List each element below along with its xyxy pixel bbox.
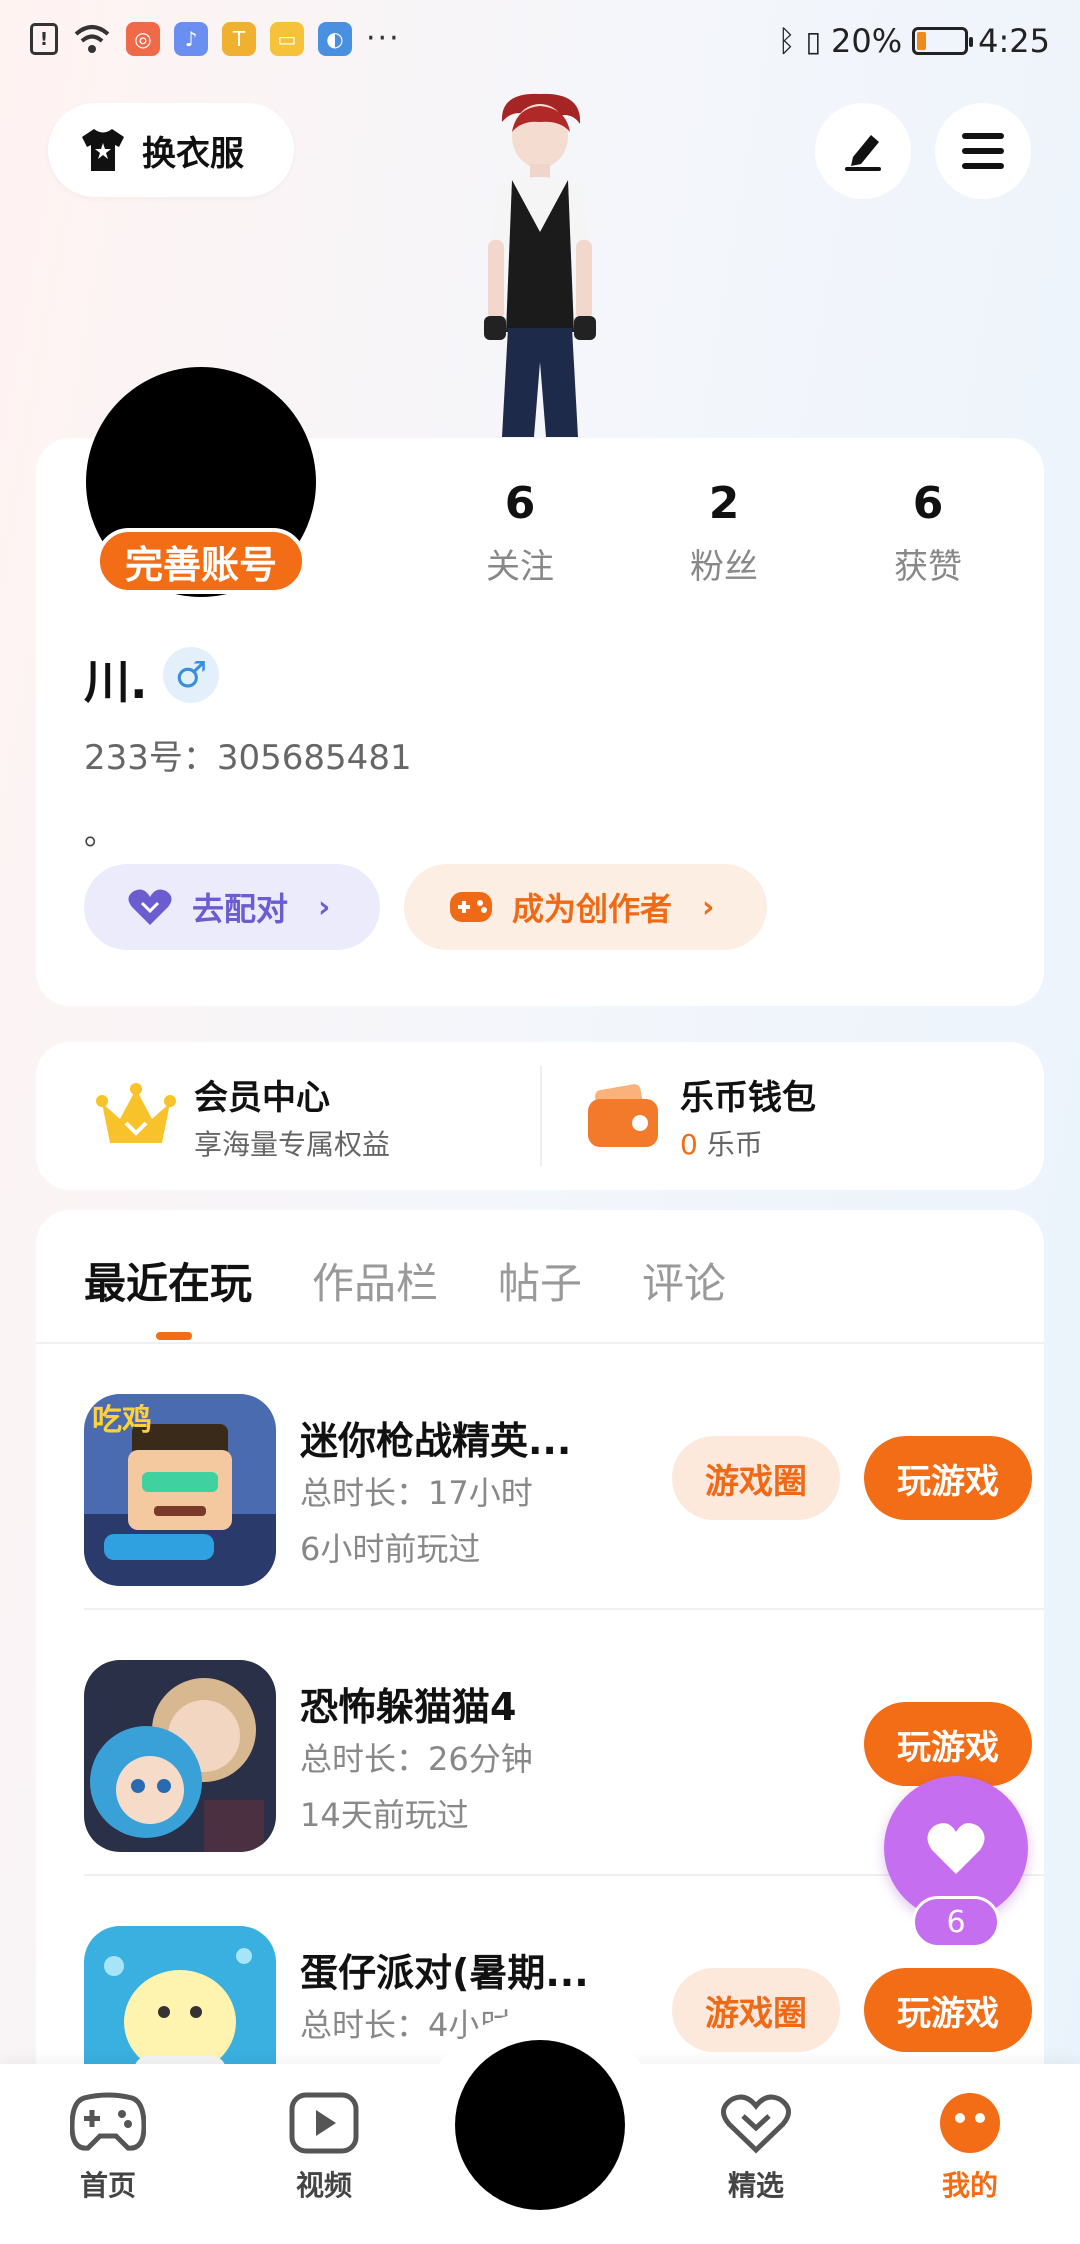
game-name: 迷你枪战精英...: [300, 1419, 572, 1463]
become-creator-button[interactable]: 成为创作者 ›: [404, 864, 767, 950]
likes-label: 获赞: [894, 547, 962, 587]
following-count: 6: [504, 478, 536, 529]
app-icon-1: ◎: [126, 22, 160, 56]
status-bar: ! ◎ ♪ T ▭ ◐ ··· ᛒ ▯ 20% 4:25: [0, 0, 1080, 90]
member-subtitle: 享海量专属权益: [194, 1128, 391, 1161]
play-game-button[interactable]: 玩游戏: [864, 1968, 1032, 2052]
video-play-icon: [289, 2092, 359, 2154]
gamepad-icon: [450, 892, 492, 922]
wifi-icon: [74, 25, 110, 53]
nav-center-button[interactable]: [455, 2040, 625, 2210]
male-gender-icon: ♂: [163, 647, 219, 703]
edit-icon: [845, 135, 881, 171]
wallet-text: 乐币钱包 0 乐币: [680, 1070, 816, 1163]
pair-button[interactable]: 去配对 ›: [84, 864, 380, 950]
tab-indicator: [156, 1332, 192, 1340]
stat-followers[interactable]: 2 粉丝: [654, 478, 794, 588]
battery-fill: [917, 32, 927, 50]
play-game-button[interactable]: 玩游戏: [864, 1436, 1032, 1520]
gamepad-nav-icon: [69, 2092, 147, 2151]
stat-likes[interactable]: 6 获赞: [858, 478, 998, 588]
game-name: 恐怖躲猫猫4: [300, 1685, 517, 1729]
nav-mine-label: 我的: [941, 2169, 998, 2202]
app-icon-2: ♪: [174, 22, 208, 56]
sim-alert-icon: !: [30, 23, 58, 55]
chevron-right-icon: ›: [702, 889, 715, 925]
like-count-badge: 6: [912, 1896, 1000, 1948]
wallet-unit: 乐币: [706, 1128, 763, 1161]
nav-video-label: 视频: [295, 2169, 352, 2202]
member-center[interactable]: 会员中心 享海量专属权益: [96, 1070, 390, 1163]
edit-profile-button[interactable]: [815, 103, 911, 199]
followers-count: 2: [708, 478, 740, 529]
followers-label: 粉丝: [690, 547, 758, 587]
battery-icon: [912, 27, 974, 55]
tab-works[interactable]: 作品栏: [312, 1250, 438, 1311]
tab-recent[interactable]: 最近在玩: [84, 1250, 252, 1311]
clock: 4:25: [978, 22, 1050, 60]
game-last-played: 14天前玩过: [300, 1796, 469, 1834]
wallet-amount: 0: [680, 1128, 698, 1161]
profile-face-icon: [940, 2093, 1000, 2153]
divider: [540, 1066, 542, 1166]
following-label: 关注: [486, 547, 554, 587]
crown-icon: [96, 1082, 176, 1143]
member-wallet-card: 会员中心 享海量专属权益 乐币钱包 0 乐币: [36, 1042, 1044, 1190]
battery-percent: 20%: [831, 22, 903, 60]
member-title: 会员中心: [194, 1078, 330, 1118]
bluetooth-icon: ᛒ: [777, 23, 796, 59]
username: 川.: [84, 655, 148, 709]
game-circle-button[interactable]: 游戏圈: [672, 1436, 840, 1520]
svg-text:吃鸡: 吃鸡: [92, 1403, 152, 1438]
tab-comments[interactable]: 评论: [642, 1250, 726, 1311]
nav-video[interactable]: 视频: [254, 2092, 394, 2204]
pair-label: 去配对: [192, 890, 289, 928]
status-left: ! ◎ ♪ T ▭ ◐ ···: [30, 22, 401, 56]
game-name: 蛋仔派对(暑期...: [300, 1951, 589, 1995]
become-creator-label: 成为创作者: [512, 890, 673, 928]
nav-featured[interactable]: 精选: [686, 2092, 826, 2204]
tshirt-icon: [82, 129, 124, 171]
complete-account-badge[interactable]: 完善账号: [96, 528, 306, 594]
nav-featured-label: 精选: [727, 2169, 784, 2202]
likes-count: 6: [912, 478, 944, 529]
wallet-balance: 0 乐币: [680, 1123, 816, 1163]
game-icon-mini-gunfight[interactable]: 吃鸡: [84, 1394, 276, 1586]
more-notifications-icon: ···: [366, 21, 401, 56]
wallet[interactable]: 乐币钱包 0 乐币: [586, 1070, 816, 1163]
wallet-icon: [588, 1083, 658, 1147]
change-outfit-button[interactable]: 换衣服: [48, 103, 294, 197]
menu-icon: [962, 133, 1004, 169]
nav-home-label: 首页: [79, 2169, 136, 2202]
game-duration: 总时长：26分钟: [300, 1740, 533, 1778]
game-duration: 总时长：17小时: [300, 1474, 533, 1512]
user-bio: 。: [84, 814, 117, 852]
heart-icon: [927, 1823, 985, 1874]
nav-mine[interactable]: 我的: [900, 2092, 1040, 2204]
app-icon-3: T: [222, 22, 256, 56]
heart-pair-icon: [128, 889, 172, 925]
chevron-right-icon: ›: [318, 889, 331, 925]
featured-heart-icon: [721, 2094, 791, 2154]
profile-tabs: 最近在玩 作品栏 帖子 评论: [84, 1250, 726, 1311]
avatar-character[interactable]: [440, 92, 640, 437]
nav-home[interactable]: 首页: [38, 2092, 178, 2204]
game-row[interactable]: 吃鸡 迷你枪战精英... 总时长：17小时 6小时前玩过 游戏圈 玩游戏: [84, 1344, 1044, 1610]
wallet-title: 乐币钱包: [680, 1078, 816, 1118]
game-last-played: 6小时前玩过: [300, 1530, 481, 1568]
user-id: 233号：305685481: [84, 738, 412, 778]
member-text: 会员中心 享海量专属权益: [194, 1070, 390, 1163]
tab-posts[interactable]: 帖子: [498, 1250, 582, 1311]
menu-button[interactable]: [935, 103, 1031, 199]
app-icon-4: ▭: [270, 22, 304, 56]
app-icon-5: ◐: [318, 22, 352, 56]
game-circle-button[interactable]: 游戏圈: [672, 1968, 840, 2052]
stat-following[interactable]: 6 关注: [450, 478, 590, 588]
vibrate-icon: ▯: [805, 24, 822, 58]
change-outfit-label: 换衣服: [142, 133, 244, 174]
status-right: ᛒ ▯ 20% 4:25: [778, 22, 1050, 60]
game-icon-hide-and-seek[interactable]: [84, 1660, 276, 1852]
play-game-button[interactable]: 玩游戏: [864, 1702, 1032, 1786]
